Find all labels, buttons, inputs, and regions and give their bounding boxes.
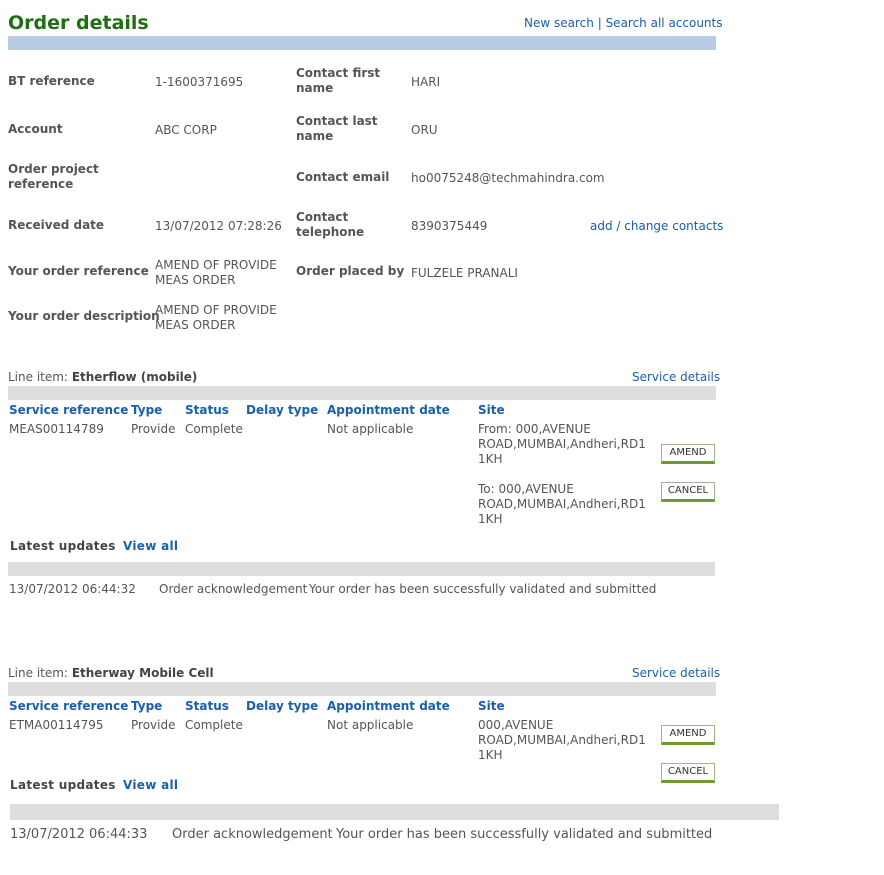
- col-delay-type: Delay type: [246, 403, 319, 417]
- contact-last-name-value: ORU: [411, 123, 438, 137]
- contact-telephone-label-line1: Contact: [296, 210, 349, 224]
- your-order-reference-line1: AMEND OF PROVIDE: [155, 258, 277, 272]
- site-cell: 000,AVENUE ROAD,MUMBAI,Andheri,RD1 1KH: [478, 718, 646, 763]
- your-order-reference-value: AMEND OF PROVIDE MEAS ORDER: [155, 258, 277, 288]
- site-to-cell: To: 000,AVENUE ROAD,MUMBAI,Andheri,RD1 1…: [478, 482, 646, 527]
- type-cell: Provide: [131, 718, 176, 732]
- col-status: Status: [185, 699, 229, 713]
- contact-last-name-label: Contact last name: [296, 114, 378, 144]
- account-value: ABC CORP: [155, 123, 217, 137]
- appointment-cell: Not applicable: [327, 718, 414, 732]
- line-item-heading: Line item: Etherway Mobile Cell: [8, 666, 214, 680]
- col-type: Type: [131, 403, 163, 417]
- header-links: New search | Search all accounts: [524, 16, 723, 30]
- col-service-reference: Service reference: [9, 699, 129, 713]
- contact-first-name-label: Contact first name: [296, 66, 380, 96]
- cancel-button[interactable]: CANCEL: [661, 482, 715, 502]
- contact-last-name-label-line2: name: [296, 129, 334, 143]
- received-date-value: 13/07/2012 07:28:26: [155, 219, 282, 233]
- contact-first-name-label-line1: Contact first: [296, 66, 381, 80]
- add-change-contacts-link[interactable]: add / change contacts: [590, 219, 723, 233]
- line-item-divider-bar: [8, 386, 716, 400]
- latest-updates-label: Latest updates: [10, 539, 116, 553]
- line-item-name: Etherflow (mobile): [71, 370, 198, 384]
- view-all-link[interactable]: View all: [123, 778, 178, 792]
- your-order-description-line2: MEAS ORDER: [155, 318, 236, 332]
- contact-telephone-label: Contact telephone: [296, 210, 364, 240]
- order-project-reference-label-line1: Order project: [8, 162, 99, 176]
- site-line3: 1KH: [478, 748, 503, 762]
- status-cell: Complete: [185, 422, 243, 436]
- col-status: Status: [185, 403, 229, 417]
- contact-telephone-label-line2: telephone: [296, 225, 365, 239]
- your-order-reference-line2: MEAS ORDER: [155, 273, 236, 287]
- page-title: Order details: [8, 12, 149, 34]
- service-reference-cell: ETMA00114795: [9, 718, 104, 732]
- your-order-description-value: AMEND OF PROVIDE MEAS ORDER: [155, 303, 277, 333]
- update-date: 13/07/2012 06:44:33: [10, 827, 148, 842]
- contact-email-value: ho0075248@techmahindra.com: [411, 171, 605, 185]
- update-text: Your order has been successfully validat…: [336, 827, 713, 842]
- your-order-description-label: Your order description: [8, 309, 160, 323]
- line-item-prefix: Line item:: [8, 666, 68, 680]
- site-to-line2: ROAD,MUMBAI,Andheri,RD1: [478, 497, 646, 511]
- bt-reference-value: 1-1600371695: [155, 75, 244, 89]
- site-from-line3: 1KH: [478, 452, 503, 466]
- col-delay-type: Delay type: [246, 699, 319, 713]
- view-all-link[interactable]: View all: [123, 539, 178, 553]
- contact-telephone-value: 8390375449: [411, 219, 488, 233]
- update-type: Order acknowledgement: [172, 827, 333, 842]
- line-item-divider-bar: [8, 682, 716, 696]
- appointment-cell: Not applicable: [327, 422, 414, 436]
- site-from-line2: ROAD,MUMBAI,Andheri,RD1: [478, 437, 646, 451]
- site-from-line1: From: 000,AVENUE: [478, 422, 591, 436]
- status-cell: Complete: [185, 718, 243, 732]
- col-site: Site: [478, 699, 505, 713]
- update-text: Your order has been successfully validat…: [309, 582, 657, 596]
- updates-divider-bar: [10, 804, 779, 820]
- updates-divider-bar: [8, 562, 715, 576]
- account-label: Account: [8, 122, 63, 136]
- col-type: Type: [131, 699, 163, 713]
- amend-button[interactable]: AMEND: [661, 725, 715, 745]
- received-date-label: Received date: [8, 218, 105, 232]
- col-site: Site: [478, 403, 505, 417]
- link-separator: |: [597, 16, 602, 30]
- service-details-link[interactable]: Service details: [632, 370, 720, 384]
- service-details-link[interactable]: Service details: [632, 666, 720, 680]
- bt-reference-label: BT reference: [8, 74, 95, 88]
- order-placed-by-value: FULZELE PRANALI: [411, 266, 518, 280]
- your-order-reference-label: Your order reference: [8, 264, 149, 278]
- site-line2: ROAD,MUMBAI,Andheri,RD1: [478, 733, 646, 747]
- order-placed-by-label: Order placed by: [296, 264, 405, 278]
- site-line1: 000,AVENUE: [478, 718, 554, 732]
- contact-first-name-label-line2: name: [296, 81, 334, 95]
- site-to-line1: To: 000,AVENUE: [478, 482, 574, 496]
- site-from-cell: From: 000,AVENUE ROAD,MUMBAI,Andheri,RD1…: [478, 422, 646, 467]
- col-service-reference: Service reference: [9, 403, 129, 417]
- update-type: Order acknowledgement: [159, 582, 308, 596]
- line-item-heading: Line item: Etherflow (mobile): [8, 370, 197, 384]
- col-appointment-date: Appointment date: [327, 403, 450, 417]
- order-project-reference-label-line2: reference: [8, 177, 74, 191]
- search-all-accounts-link[interactable]: Search all accounts: [606, 16, 723, 30]
- new-search-link[interactable]: New search: [524, 16, 594, 30]
- update-date: 13/07/2012 06:44:32: [9, 582, 136, 596]
- contact-first-name-value: HARI: [411, 75, 441, 89]
- latest-updates-label: Latest updates: [10, 778, 116, 792]
- contact-email-label: Contact email: [296, 170, 390, 184]
- amend-button[interactable]: AMEND: [661, 444, 715, 464]
- order-project-reference-label: Order project reference: [8, 162, 99, 192]
- type-cell: Provide: [131, 422, 176, 436]
- contact-last-name-label-line1: Contact last: [296, 114, 378, 128]
- service-reference-cell: MEAS00114789: [9, 422, 104, 436]
- line-item-prefix: Line item:: [8, 370, 68, 384]
- line-item-name: Etherway Mobile Cell: [71, 666, 214, 680]
- your-order-description-line1: AMEND OF PROVIDE: [155, 303, 277, 317]
- cancel-button[interactable]: CANCEL: [661, 763, 715, 783]
- site-to-line3: 1KH: [478, 512, 503, 526]
- col-appointment-date: Appointment date: [327, 699, 450, 713]
- header-divider-bar: [8, 36, 716, 50]
